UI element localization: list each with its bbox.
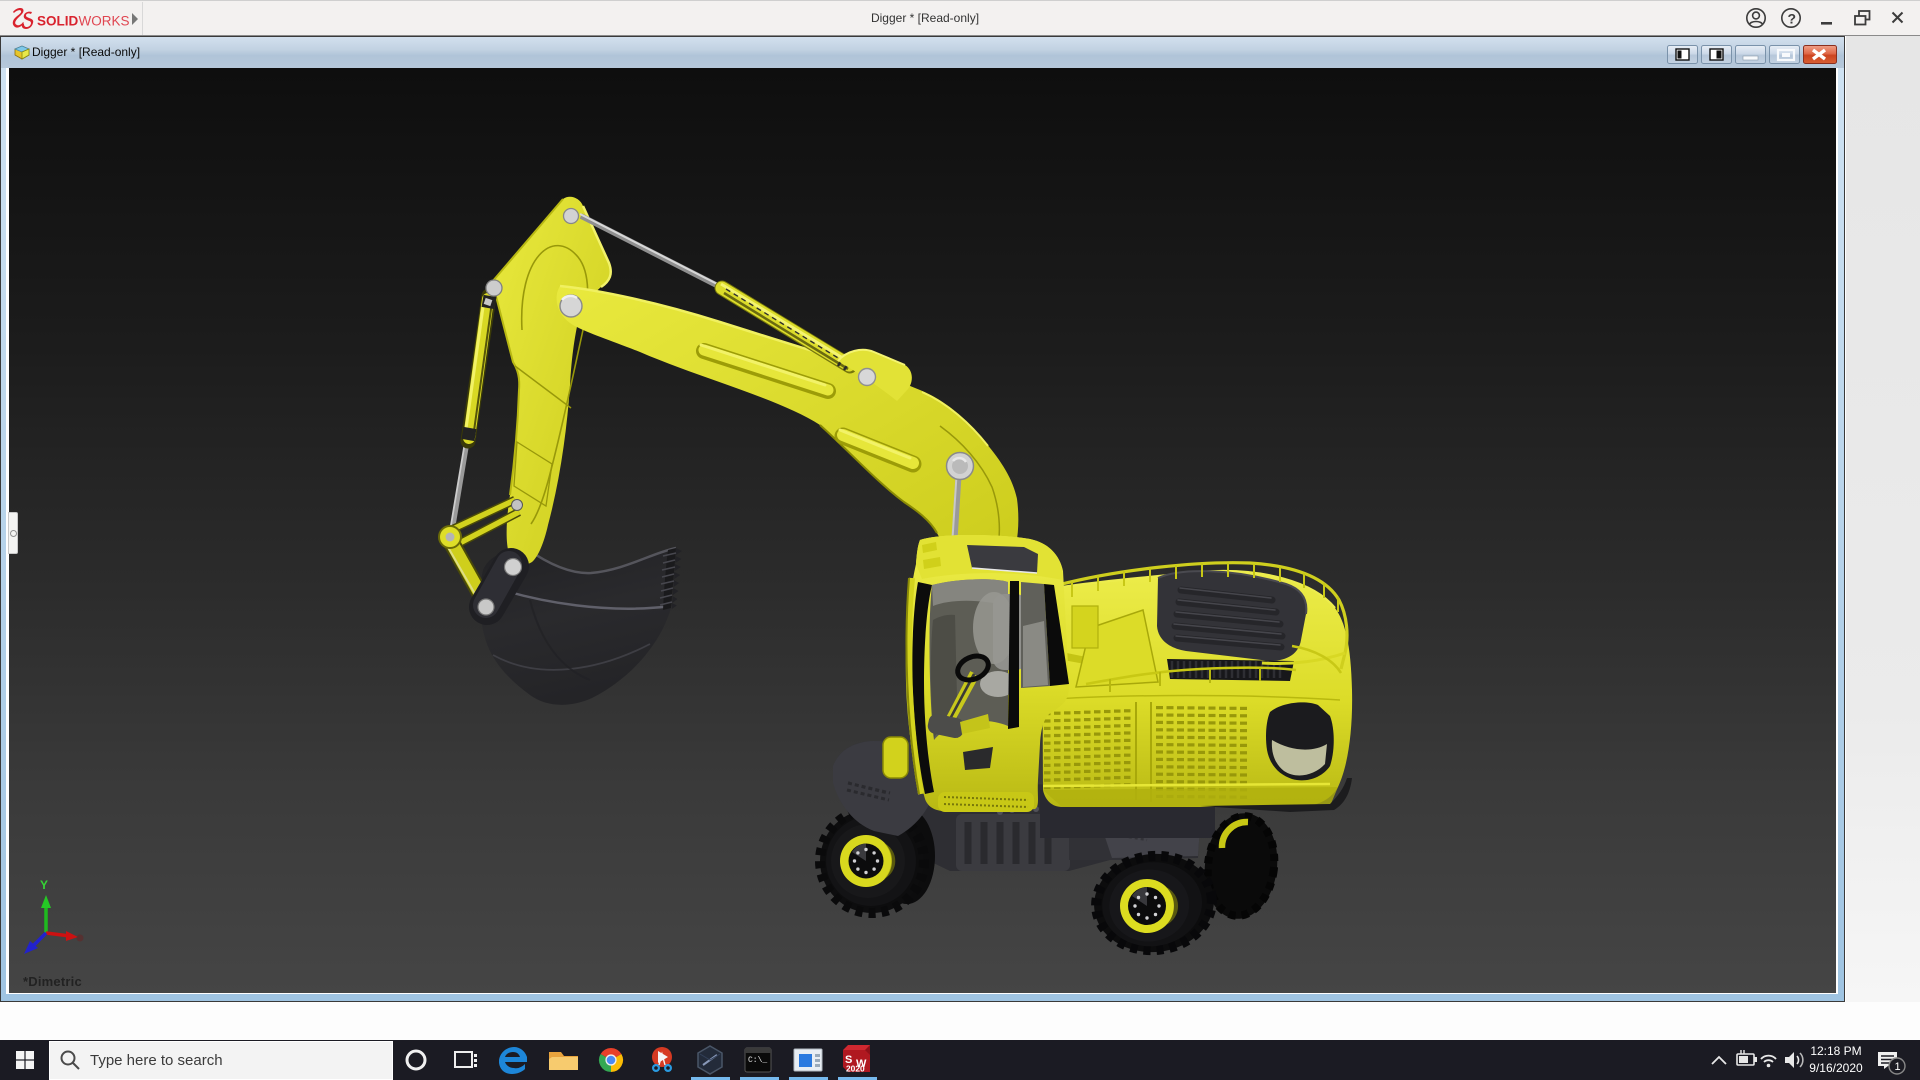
svg-text:Y: Y xyxy=(40,878,48,892)
svg-text:C:\_: C:\_ xyxy=(748,1056,767,1065)
svg-text:?: ? xyxy=(1788,11,1797,27)
svg-text:1: 1 xyxy=(1895,1061,1901,1073)
svg-text:2020: 2020 xyxy=(846,1064,865,1074)
